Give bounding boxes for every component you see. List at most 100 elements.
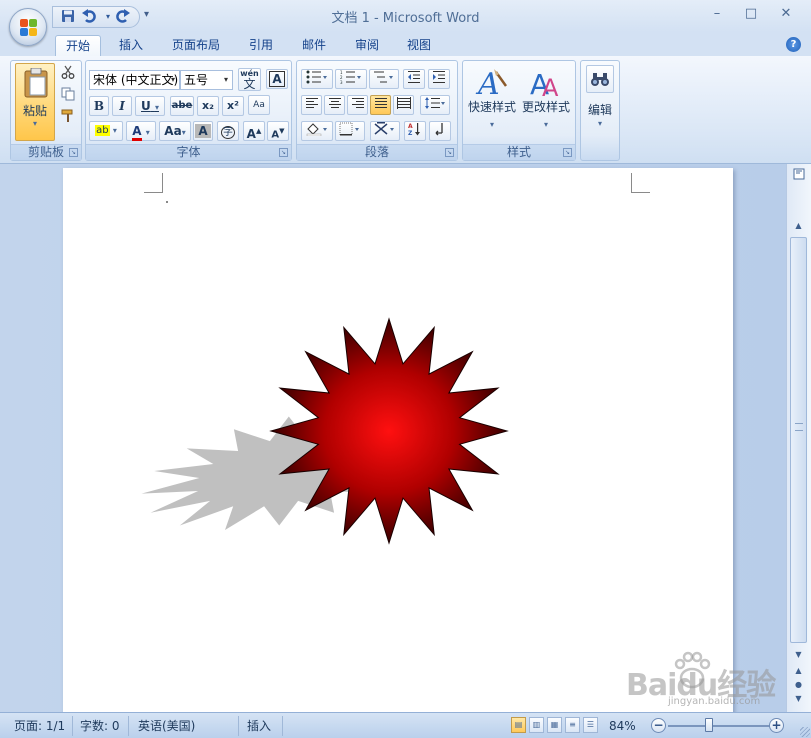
strikethrough-button[interactable]: abe bbox=[170, 96, 194, 116]
tab-view[interactable]: 视图 bbox=[397, 35, 441, 56]
format-painter-button[interactable] bbox=[58, 108, 78, 128]
styles-group: A 快速样式 ▾ AA 更改样式 ▾ 样式 ↘ bbox=[462, 60, 576, 161]
scroll-down-icon[interactable]: ▼ bbox=[790, 648, 807, 662]
clipboard-launcher-icon[interactable]: ↘ bbox=[69, 148, 78, 157]
outline-view-button[interactable]: ≡ bbox=[565, 717, 580, 733]
bullets-button[interactable] bbox=[301, 69, 333, 89]
bold-button[interactable]: B bbox=[89, 96, 109, 116]
ruler-toggle-icon[interactable] bbox=[790, 168, 807, 182]
restore-button[interactable]: □ bbox=[740, 6, 762, 24]
grow-font-button[interactable]: A▲ bbox=[243, 121, 265, 141]
enclose-characters-button[interactable]: 字 bbox=[217, 121, 239, 141]
title-bar: ▾ ▾ 文档 1 - Microsoft Word – □ ✕ bbox=[0, 0, 811, 32]
character-border-button[interactable]: A bbox=[266, 69, 288, 89]
font-launcher-icon[interactable]: ↘ bbox=[279, 148, 288, 157]
full-screen-reading-view-button[interactable]: ▥ bbox=[529, 717, 544, 733]
align-right-button[interactable] bbox=[347, 95, 368, 115]
tab-references[interactable]: 引用 bbox=[239, 35, 283, 56]
minimize-button[interactable]: – bbox=[706, 6, 728, 24]
zoom-level[interactable]: 84% bbox=[609, 717, 636, 735]
paste-button[interactable]: 粘贴 ▾ bbox=[15, 63, 55, 141]
change-case-button[interactable]: Aa▾ bbox=[159, 121, 191, 141]
starburst-polygon[interactable] bbox=[269, 317, 509, 545]
resize-grip[interactable] bbox=[800, 727, 810, 737]
decrease-indent-button[interactable] bbox=[403, 69, 425, 89]
superscript-button[interactable]: x² bbox=[222, 96, 244, 116]
multilevel-list-button[interactable] bbox=[369, 69, 399, 89]
office-button[interactable] bbox=[9, 8, 47, 46]
font-color-button[interactable]: A ▾ bbox=[126, 121, 156, 141]
zoom-slider-thumb[interactable] bbox=[705, 718, 713, 732]
paragraph-launcher-icon[interactable]: ↘ bbox=[445, 148, 454, 157]
editing-dropdown-icon[interactable]: ▾ bbox=[581, 119, 619, 128]
tab-home[interactable]: 开始 bbox=[55, 35, 102, 56]
chevron-down-icon: ▾ bbox=[543, 120, 548, 129]
draft-view-button[interactable]: ☰ bbox=[583, 717, 598, 733]
language-indicator[interactable]: 英语(美国) bbox=[138, 717, 195, 735]
zoom-slider-track[interactable] bbox=[668, 725, 772, 727]
chevron-down-icon: ▾ bbox=[112, 126, 117, 135]
change-styles-button[interactable]: AA 更改样式 ▾ bbox=[520, 63, 572, 137]
copy-button[interactable] bbox=[58, 86, 78, 106]
character-shading-button[interactable]: A bbox=[193, 121, 213, 141]
document-page[interactable] bbox=[63, 168, 733, 712]
clear-formatting-button[interactable]: Aa bbox=[248, 95, 270, 115]
font-size-select[interactable]: 五号 ▾ bbox=[180, 70, 233, 90]
font-name-select[interactable]: 宋体 (中文正文) ▾ bbox=[89, 70, 180, 90]
paint-bucket-icon bbox=[306, 123, 327, 137]
print-layout-view-button[interactable]: ▤ bbox=[511, 717, 526, 733]
sort-icon: AZ bbox=[408, 123, 420, 137]
align-center-button[interactable] bbox=[324, 95, 345, 115]
insert-mode-indicator[interactable]: 插入 bbox=[247, 717, 271, 735]
italic-button[interactable]: I bbox=[112, 96, 132, 116]
close-button[interactable]: ✕ bbox=[775, 6, 797, 24]
text-highlight-button[interactable]: ab ▾ bbox=[89, 121, 123, 141]
chevron-down-icon: ▾ bbox=[223, 75, 228, 84]
chinese-layout-button[interactable] bbox=[370, 121, 400, 141]
starburst-shape[interactable] bbox=[269, 317, 509, 545]
document-area[interactable] bbox=[0, 164, 786, 712]
previous-page-icon[interactable]: ▲ bbox=[790, 664, 807, 678]
tab-mailings[interactable]: 邮件 bbox=[292, 35, 336, 56]
vertical-scrollbar[interactable]: ▲ ▼ ▲ ● ▼ bbox=[786, 164, 811, 712]
line-spacing-button[interactable] bbox=[420, 95, 450, 115]
shading-button[interactable] bbox=[301, 121, 333, 141]
subscript-button[interactable]: x₂ bbox=[197, 96, 219, 116]
borders-button[interactable] bbox=[335, 121, 365, 141]
zoom-in-button[interactable]: + bbox=[769, 718, 784, 733]
scroll-up-icon[interactable]: ▲ bbox=[790, 219, 807, 233]
scrollbar-thumb[interactable] bbox=[790, 237, 807, 643]
justify-button[interactable] bbox=[370, 95, 391, 115]
distributed-button[interactable] bbox=[393, 95, 414, 115]
help-icon[interactable]: ? bbox=[786, 37, 801, 52]
next-page-icon[interactable]: ▼ bbox=[790, 692, 807, 706]
styles-group-label: 样式 bbox=[463, 144, 575, 160]
tab-review[interactable]: 审阅 bbox=[345, 35, 389, 56]
numbering-button[interactable]: 123 bbox=[335, 69, 367, 89]
copy-icon bbox=[61, 87, 75, 101]
borders-icon bbox=[339, 122, 359, 136]
styles-launcher-icon[interactable]: ↘ bbox=[563, 148, 572, 157]
web-layout-view-button[interactable]: ▦ bbox=[547, 717, 562, 733]
sort-button[interactable]: AZ bbox=[404, 121, 426, 141]
tab-page-layout[interactable]: 页面布局 bbox=[162, 35, 230, 56]
page-count[interactable]: 页面: 1/1 bbox=[14, 717, 65, 735]
underline-button[interactable]: U ▾ bbox=[135, 96, 165, 116]
increase-indent-button[interactable] bbox=[428, 69, 450, 89]
word-count[interactable]: 字数: 0 bbox=[80, 717, 120, 735]
paragraph-group-label: 段落 bbox=[297, 144, 457, 160]
shrink-font-button[interactable]: A▼ bbox=[267, 121, 289, 141]
paragraph-group: 123 A Z 段落 ↘ bbox=[296, 60, 458, 161]
align-left-button[interactable] bbox=[301, 95, 322, 115]
cut-button[interactable] bbox=[58, 64, 78, 84]
browse-object-icon[interactable]: ● bbox=[790, 678, 807, 692]
quick-styles-button[interactable]: A 快速样式 ▾ bbox=[466, 63, 518, 137]
starburst-shape-canvas[interactable] bbox=[63, 168, 733, 712]
svg-text:Z: Z bbox=[408, 130, 413, 136]
status-separator bbox=[72, 716, 73, 736]
tab-insert[interactable]: 插入 bbox=[109, 35, 153, 56]
show-marks-button[interactable] bbox=[429, 121, 451, 141]
find-button[interactable] bbox=[586, 65, 614, 93]
phonetic-guide-button[interactable]: wén 文 bbox=[238, 68, 261, 91]
zoom-out-button[interactable]: − bbox=[651, 718, 666, 733]
